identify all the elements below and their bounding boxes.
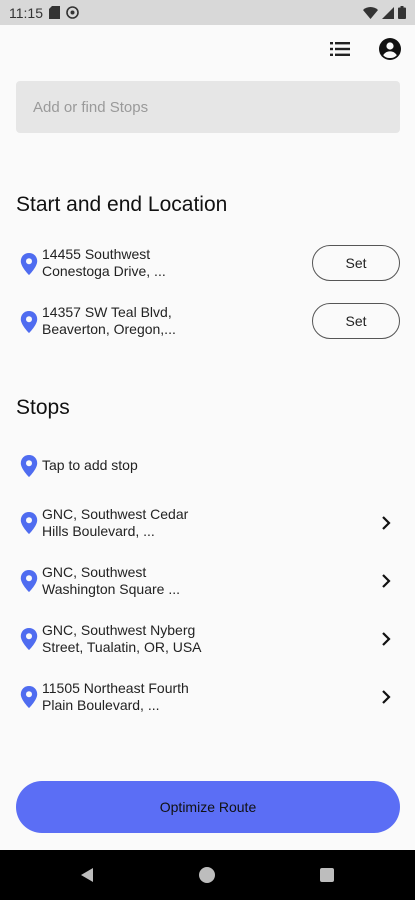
account-circle-icon[interactable] [377, 36, 403, 62]
back-icon[interactable] [79, 867, 95, 883]
signal-icon [382, 6, 394, 19]
address-line-1: GNC, Southwest [42, 564, 147, 580]
top-app-bar [0, 25, 415, 73]
stops-title: Stops [16, 396, 70, 419]
stop-address: GNC, Southwest Nyberg Street, Tualatin, … [42, 622, 297, 656]
stop-address: 11505 Northeast Fourth Plain Boulevard, … [42, 680, 297, 714]
location-address: 14455 Southwest Conestoga Drive, ... [42, 246, 297, 280]
set-end-button[interactable]: Set [312, 303, 400, 339]
vpn-circle-icon [66, 6, 79, 19]
location-pin-icon [20, 512, 38, 534]
location-pin-icon [20, 311, 38, 333]
system-nav-bar [0, 850, 415, 900]
add-stop-label: Tap to add stop [42, 457, 138, 473]
set-start-button[interactable]: Set [312, 245, 400, 281]
optimize-route-button[interactable]: Optimize Route [16, 781, 400, 833]
chevron-right-icon[interactable] [378, 631, 394, 647]
end-location-row[interactable]: 14357 SW Teal Blvd, Beaverton, Oregon,..… [0, 296, 415, 348]
address-line-2: Beaverton, Oregon,... [42, 321, 176, 337]
address-line-2: Street, Tualatin, OR, USA [42, 639, 202, 655]
chevron-right-icon[interactable] [378, 573, 394, 589]
stop-row[interactable]: GNC, Southwest Nyberg Street, Tualatin, … [0, 613, 415, 665]
address-line-1: GNC, Southwest Nyberg [42, 622, 196, 638]
start-end-title: Start and end Location [16, 193, 228, 216]
location-pin-icon [20, 686, 38, 708]
location-address: 14357 SW Teal Blvd, Beaverton, Oregon,..… [42, 304, 297, 338]
search-input[interactable] [33, 98, 400, 116]
stop-address: GNC, Southwest Washington Square ... [42, 564, 297, 598]
address-line-2: Plain Boulevard, ... [42, 697, 160, 713]
address-line-1: GNC, Southwest Cedar [42, 506, 189, 522]
location-pin-icon [20, 628, 38, 650]
location-pin-icon [20, 455, 38, 477]
home-icon[interactable] [199, 867, 215, 883]
chevron-right-icon[interactable] [378, 689, 394, 705]
location-pin-icon [20, 253, 38, 275]
search-field[interactable] [16, 81, 400, 133]
address-line-1: 14455 Southwest [42, 246, 151, 262]
address-line-2: Hills Boulevard, ... [42, 523, 155, 539]
list-icon[interactable] [327, 37, 353, 61]
location-pin-icon [20, 570, 38, 592]
add-stop-row[interactable]: Tap to add stop [0, 446, 415, 498]
stop-row[interactable]: GNC, Southwest Washington Square ... [0, 555, 415, 607]
stop-row[interactable]: 11505 Northeast Fourth Plain Boulevard, … [0, 671, 415, 723]
sd-card-icon [49, 6, 60, 19]
start-location-row[interactable]: 14455 Southwest Conestoga Drive, ... Set [0, 238, 415, 290]
stop-row[interactable]: GNC, Southwest Cedar Hills Boulevard, ..… [0, 497, 415, 549]
battery-icon [398, 6, 406, 19]
stop-address: GNC, Southwest Cedar Hills Boulevard, ..… [42, 506, 297, 540]
wifi-icon [363, 6, 378, 19]
recents-icon[interactable] [320, 868, 334, 882]
address-line-1: 11505 Northeast Fourth [42, 680, 189, 696]
status-bar: 11:15 [0, 0, 415, 25]
address-line-2: Conestoga Drive, ... [42, 263, 166, 279]
address-line-2: Washington Square ... [42, 581, 181, 597]
chevron-right-icon[interactable] [378, 515, 394, 531]
address-line-1: 14357 SW Teal Blvd, [42, 304, 172, 320]
status-time: 11:15 [9, 4, 43, 21]
